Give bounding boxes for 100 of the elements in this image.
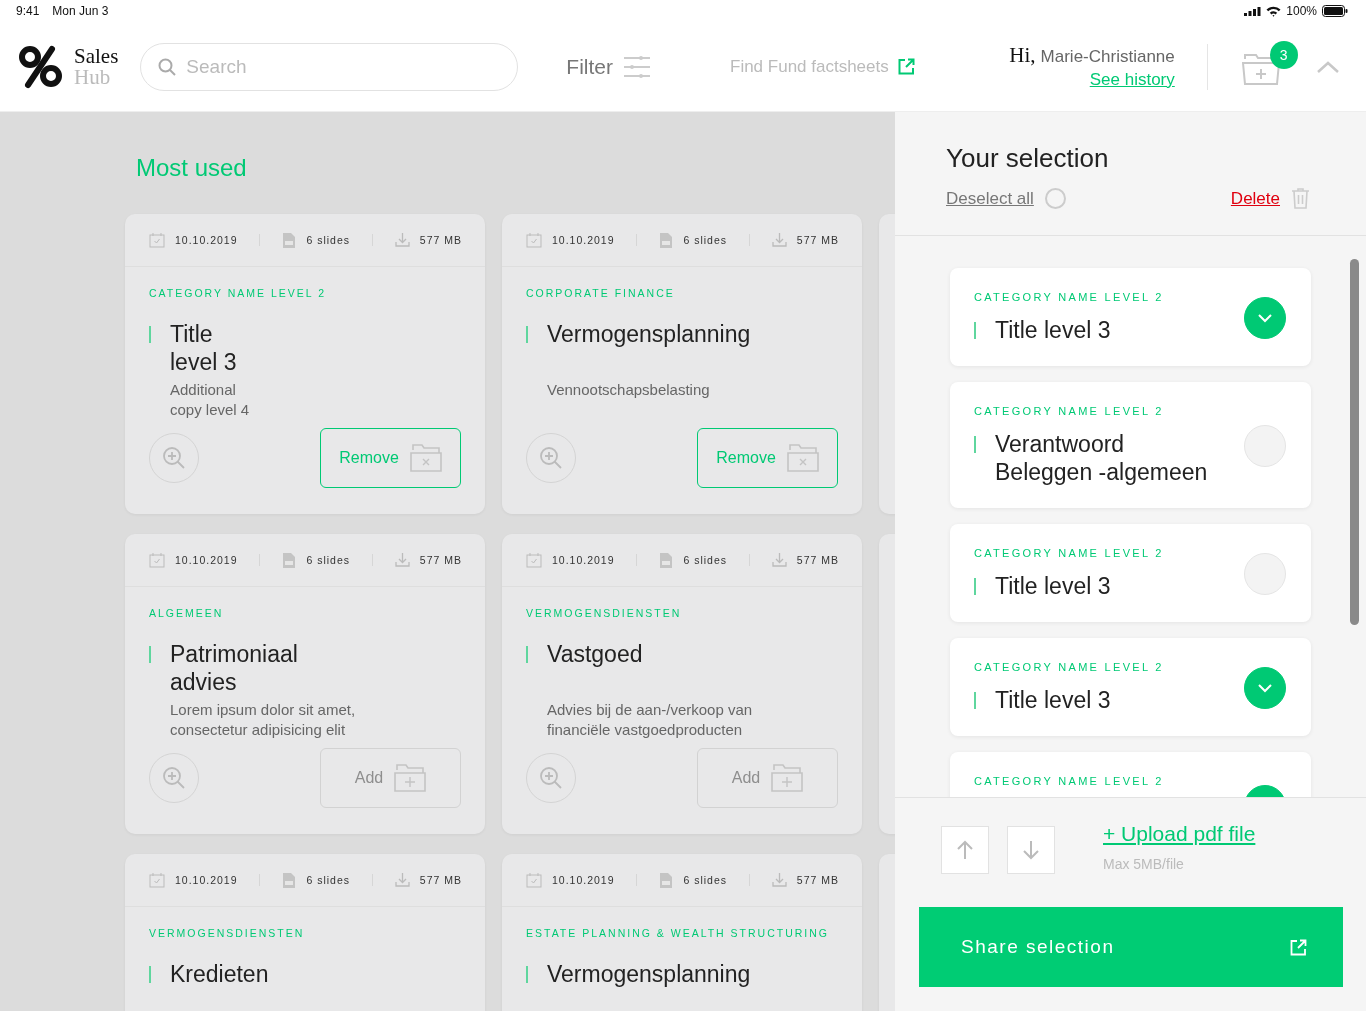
selection-card[interactable]: CATEGORY NAME LEVEL 2 Title level 3 <box>950 638 1311 736</box>
category-label: CATEGORY NAME LEVEL 2 <box>974 291 1165 304</box>
share-button[interactable]: Share selection <box>919 907 1343 987</box>
card-title: Kredieten <box>170 960 269 989</box>
calendar-icon <box>526 872 542 888</box>
file-icon <box>282 551 297 569</box>
category-label: CATEGORY NAME LEVEL 2 <box>974 405 1165 418</box>
zoom-in-icon <box>162 766 186 790</box>
move-up-button[interactable] <box>941 826 989 874</box>
count-badge: 3 <box>1269 40 1298 69</box>
greeting: Hi, <box>1009 43 1036 68</box>
external-link-icon <box>1290 938 1307 956</box>
file-size: 577 MB <box>796 554 839 566</box>
card-date: 10.10.2019 <box>552 234 615 246</box>
card-description: Advies bij de aan-/verkoop van financiële vastgoedproducten <box>547 700 754 740</box>
folder-plus-icon <box>394 764 427 792</box>
selection-card[interactable]: CATEGORY NAME LEVEL 2 <box>950 752 1311 797</box>
accent-line <box>974 578 976 595</box>
zoom-button[interactable] <box>149 433 199 483</box>
panel-title: Your selection <box>946 143 1110 174</box>
card-title: Patrimoniaal advies <box>170 640 298 696</box>
file-size: 577 MB <box>796 874 839 886</box>
category-label: VERMOGENSDIENSTEN <box>526 607 683 620</box>
arrow-up-icon <box>956 840 974 860</box>
zoom-button[interactable] <box>526 433 576 483</box>
file-icon <box>282 871 297 889</box>
download-icon <box>394 233 410 247</box>
zoom-in-icon <box>539 766 563 790</box>
download-icon <box>394 873 410 887</box>
slide-count: 6 slides <box>306 234 350 246</box>
accent-line <box>149 646 151 663</box>
calendar-icon <box>526 232 542 248</box>
card-date: 10.10.2019 <box>175 874 238 886</box>
selection-card[interactable]: CATEGORY NAME LEVEL 2 Title level 3 <box>950 268 1311 366</box>
slide-count: 6 slides <box>683 234 727 246</box>
item-title: Title level 3 <box>995 572 1111 600</box>
move-down-button[interactable] <box>1007 826 1055 874</box>
add-button[interactable]: Add <box>697 748 838 808</box>
scrollbar[interactable] <box>1350 259 1359 625</box>
wifi-icon <box>1266 5 1282 17</box>
file-icon <box>659 231 674 249</box>
download-icon <box>771 553 787 567</box>
zoom-button[interactable] <box>149 753 199 803</box>
upload-link[interactable]: + Upload pdf file <box>1103 822 1256 846</box>
card-date: 10.10.2019 <box>175 234 238 246</box>
slide-count: 6 slides <box>683 554 727 566</box>
battery-percent: 100% <box>1286 4 1317 18</box>
history-link[interactable]: See history <box>1089 70 1175 90</box>
category-label: VERMOGENSDIENSTEN <box>149 927 306 940</box>
calendar-icon <box>149 872 165 888</box>
status-time: 9:41 <box>16 4 40 18</box>
check-circle[interactable] <box>1244 296 1286 339</box>
calendar-icon <box>149 232 165 248</box>
accent-line <box>149 326 151 343</box>
delete-link[interactable]: Delete <box>1230 188 1280 209</box>
accent-line <box>974 322 976 339</box>
accent-line <box>974 436 976 453</box>
chevron-up-icon[interactable] <box>1315 59 1340 74</box>
status-date: Mon Jun 3 <box>52 4 109 18</box>
calendar-icon <box>149 552 165 568</box>
zoom-button[interactable] <box>526 753 576 803</box>
logo-text: Sales <box>74 45 119 67</box>
slide-count: 6 slides <box>306 874 350 886</box>
selection-card[interactable]: CATEGORY NAME LEVEL 2 Title level 3 <box>950 524 1311 622</box>
remove-button[interactable]: Remove <box>697 428 838 488</box>
add-button[interactable]: Add <box>320 748 461 808</box>
item-title: Title level 3 <box>995 686 1111 714</box>
search-field[interactable]: Search <box>140 42 519 91</box>
section-heading: Most used <box>136 154 248 182</box>
accent-line <box>974 692 976 709</box>
item-title: Verantwoord Beleggen -algemeen <box>995 430 1208 486</box>
file-icon <box>659 551 674 569</box>
search-icon <box>158 57 177 76</box>
category-label: ALGEMEEN <box>149 607 225 620</box>
logo-text: Hub <box>74 66 112 88</box>
selection-card[interactable]: CATEGORY NAME LEVEL 2 Verantwoord Beleggen -algemeen <box>950 382 1311 508</box>
accent-line <box>149 966 151 983</box>
check-circle[interactable] <box>1244 666 1286 709</box>
deselect-all-link[interactable]: Deselect all <box>946 188 1034 209</box>
category-label: CATEGORY NAME LEVEL 2 <box>149 287 327 300</box>
category-label: CATEGORY NAME LEVEL 2 <box>974 775 1165 788</box>
calendar-icon <box>526 552 542 568</box>
user-name: Marie-Christianne <box>1040 47 1175 67</box>
file-size: 577 MB <box>419 554 462 566</box>
sliders-icon <box>624 55 650 78</box>
factsheets-link[interactable]: Find Fund factsheets <box>730 56 915 77</box>
filter-button[interactable]: Filter <box>566 54 650 79</box>
trash-icon[interactable] <box>1292 188 1309 209</box>
card-title: Vermogensplanning <box>547 960 751 989</box>
select-circle[interactable] <box>1044 188 1066 209</box>
zoom-in-icon <box>539 446 563 470</box>
download-icon <box>394 553 410 567</box>
remove-button[interactable]: Remove <box>320 428 461 488</box>
folder-plus-icon[interactable] <box>1241 52 1280 85</box>
accent-line <box>526 966 528 983</box>
file-size: 577 MB <box>419 234 462 246</box>
accent-line <box>526 326 528 343</box>
folder-plus-icon <box>771 764 804 792</box>
card-description: Additional copy level 4 <box>170 380 251 420</box>
external-link-icon <box>897 58 915 75</box>
